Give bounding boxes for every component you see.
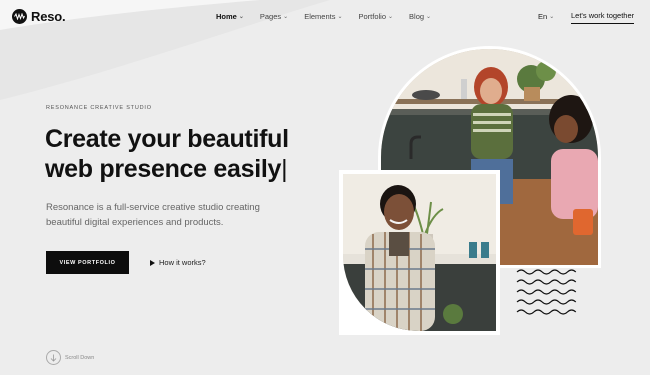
headline-line-1: Create your beautiful [45,125,289,153]
hero-headline: Create your beautiful web presence easil… [45,124,345,184]
lets-work-together-link[interactable]: Let's work together [571,11,635,24]
hero-eyebrow: RESONANCE CREATIVE STUDIO [46,105,152,111]
nav-item-home[interactable]: Home ⌄ [216,12,244,21]
scroll-down-button[interactable]: Scroll Down [46,350,94,365]
logo-wave-icon [12,9,27,24]
nav-label: Home [216,12,237,21]
arrow-down-icon [46,350,61,365]
typing-cursor: | [281,155,288,183]
brand-name: Reso. [31,9,66,24]
play-icon [150,259,155,266]
nav-label: Blog [409,12,425,21]
page: Reso. Home ⌄ Pages ⌄ Elements ⌄ Portfoli… [0,0,650,375]
hero-front-photo [339,170,500,335]
nav-label: Portfolio [358,12,386,21]
how-it-works-button[interactable]: How it works? [150,258,206,267]
nav-item-portfolio[interactable]: Portfolio ⌄ [358,12,393,21]
headline-line-2: web presence easily [45,155,282,183]
how-it-works-label: How it works? [159,258,206,267]
chevron-down-icon: ⌄ [549,14,555,20]
scroll-down-label: Scroll Down [65,354,95,361]
chevron-down-icon: ⌄ [283,14,289,20]
language-label: En [538,12,548,21]
main-nav: Home ⌄ Pages ⌄ Elements ⌄ Portfolio ⌄ Bl… [216,12,431,21]
nav-item-blog[interactable]: Blog ⌄ [409,12,431,21]
language-selector[interactable]: En ⌄ [538,12,554,21]
site-header: Reso. Home ⌄ Pages ⌄ Elements ⌄ Portfoli… [0,0,650,36]
chevron-down-icon: ⌄ [238,14,244,20]
nav-label: Elements [304,12,336,21]
view-portfolio-button[interactable]: VIEW PORTFOLIO [46,251,129,274]
wave-lines-decoration [516,269,577,315]
brand-logo[interactable]: Reso. [12,9,66,24]
chevron-down-icon: ⌄ [337,14,343,20]
chevron-down-icon: ⌄ [426,14,432,20]
hero-description: Resonance is a full-service creative stu… [46,202,260,228]
chevron-down-icon: ⌄ [388,14,394,20]
nav-item-elements[interactable]: Elements ⌄ [304,12,342,21]
man-portrait-illustration [343,174,496,331]
nav-item-pages[interactable]: Pages ⌄ [260,12,288,21]
nav-label: Pages [259,12,282,21]
